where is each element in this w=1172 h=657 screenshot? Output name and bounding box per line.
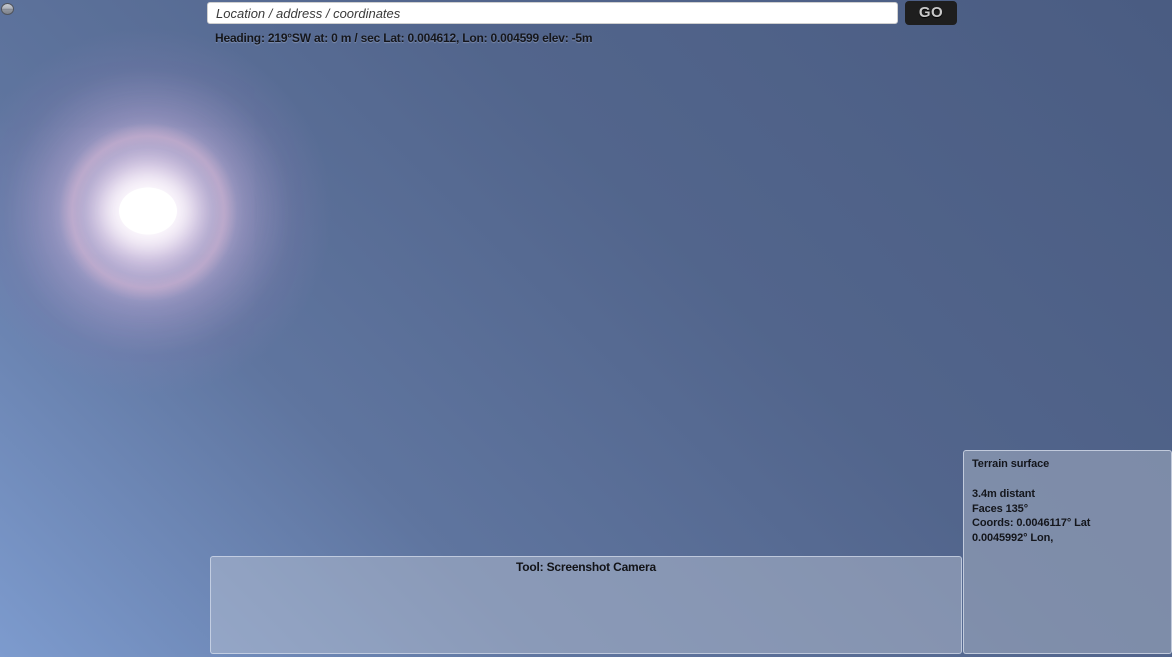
search-input[interactable] xyxy=(207,2,898,24)
sun-halo-ring xyxy=(53,117,243,307)
tool-panel: Tool: Screenshot Camera xyxy=(210,556,962,654)
menu-orb-icon[interactable] xyxy=(1,3,14,15)
sun-glow xyxy=(0,0,378,442)
terrain-coords-lon-text: 0.0045992° Lon, xyxy=(972,531,1163,546)
terrain-distance-text: 3.4m distant xyxy=(972,487,1163,502)
heading-status-text: Heading: 219°SW at: 0 m / sec Lat: 0.004… xyxy=(215,31,592,45)
tool-name-text: Tool: Screenshot Camera xyxy=(211,560,961,574)
sun-icon xyxy=(119,188,177,235)
go-button[interactable]: GO xyxy=(905,1,957,25)
terrain-panel-title: Terrain surface xyxy=(972,458,1163,470)
terrain-faces-text: Faces 135° xyxy=(972,502,1163,517)
terrain-info-panel: Terrain surface 3.4m distant Faces 135° … xyxy=(963,450,1172,654)
terrain-coords-lat-text: Coords: 0.0046117° Lat xyxy=(972,516,1163,531)
